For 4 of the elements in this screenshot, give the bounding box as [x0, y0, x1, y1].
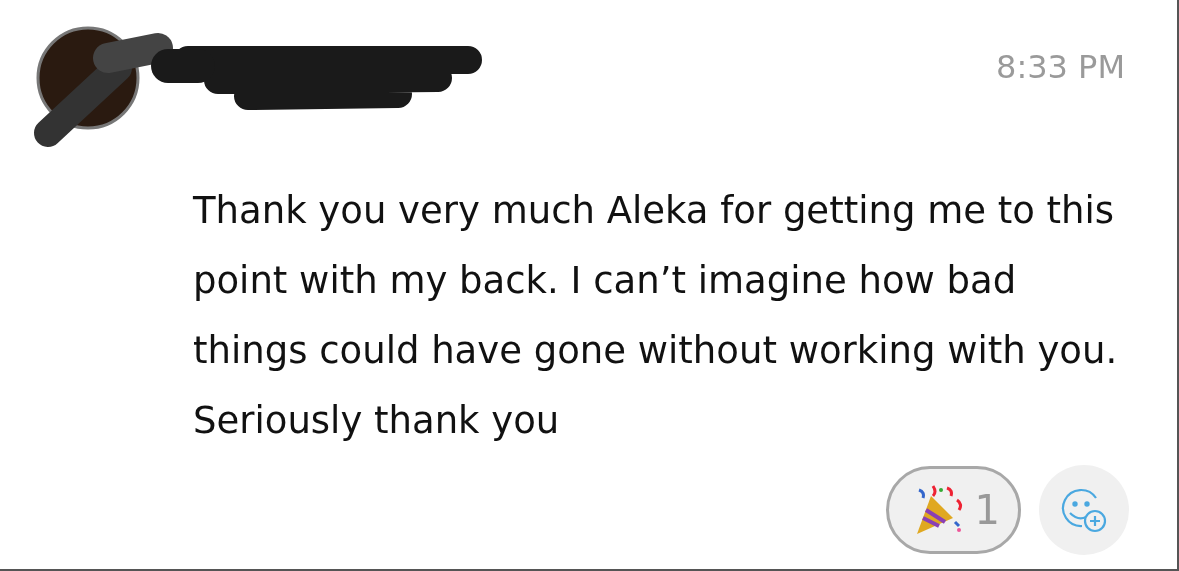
message-time: 8:33 PM — [996, 48, 1125, 86]
reaction-button[interactable]: 1 — [885, 466, 1021, 554]
message-text: Thank you very much Aleka for getting me to this point with my back. I can’t imagine how bad things could have gone without working with you. Seriously thank you — [193, 188, 1119, 444]
reaction-count: 1 — [974, 487, 1000, 533]
